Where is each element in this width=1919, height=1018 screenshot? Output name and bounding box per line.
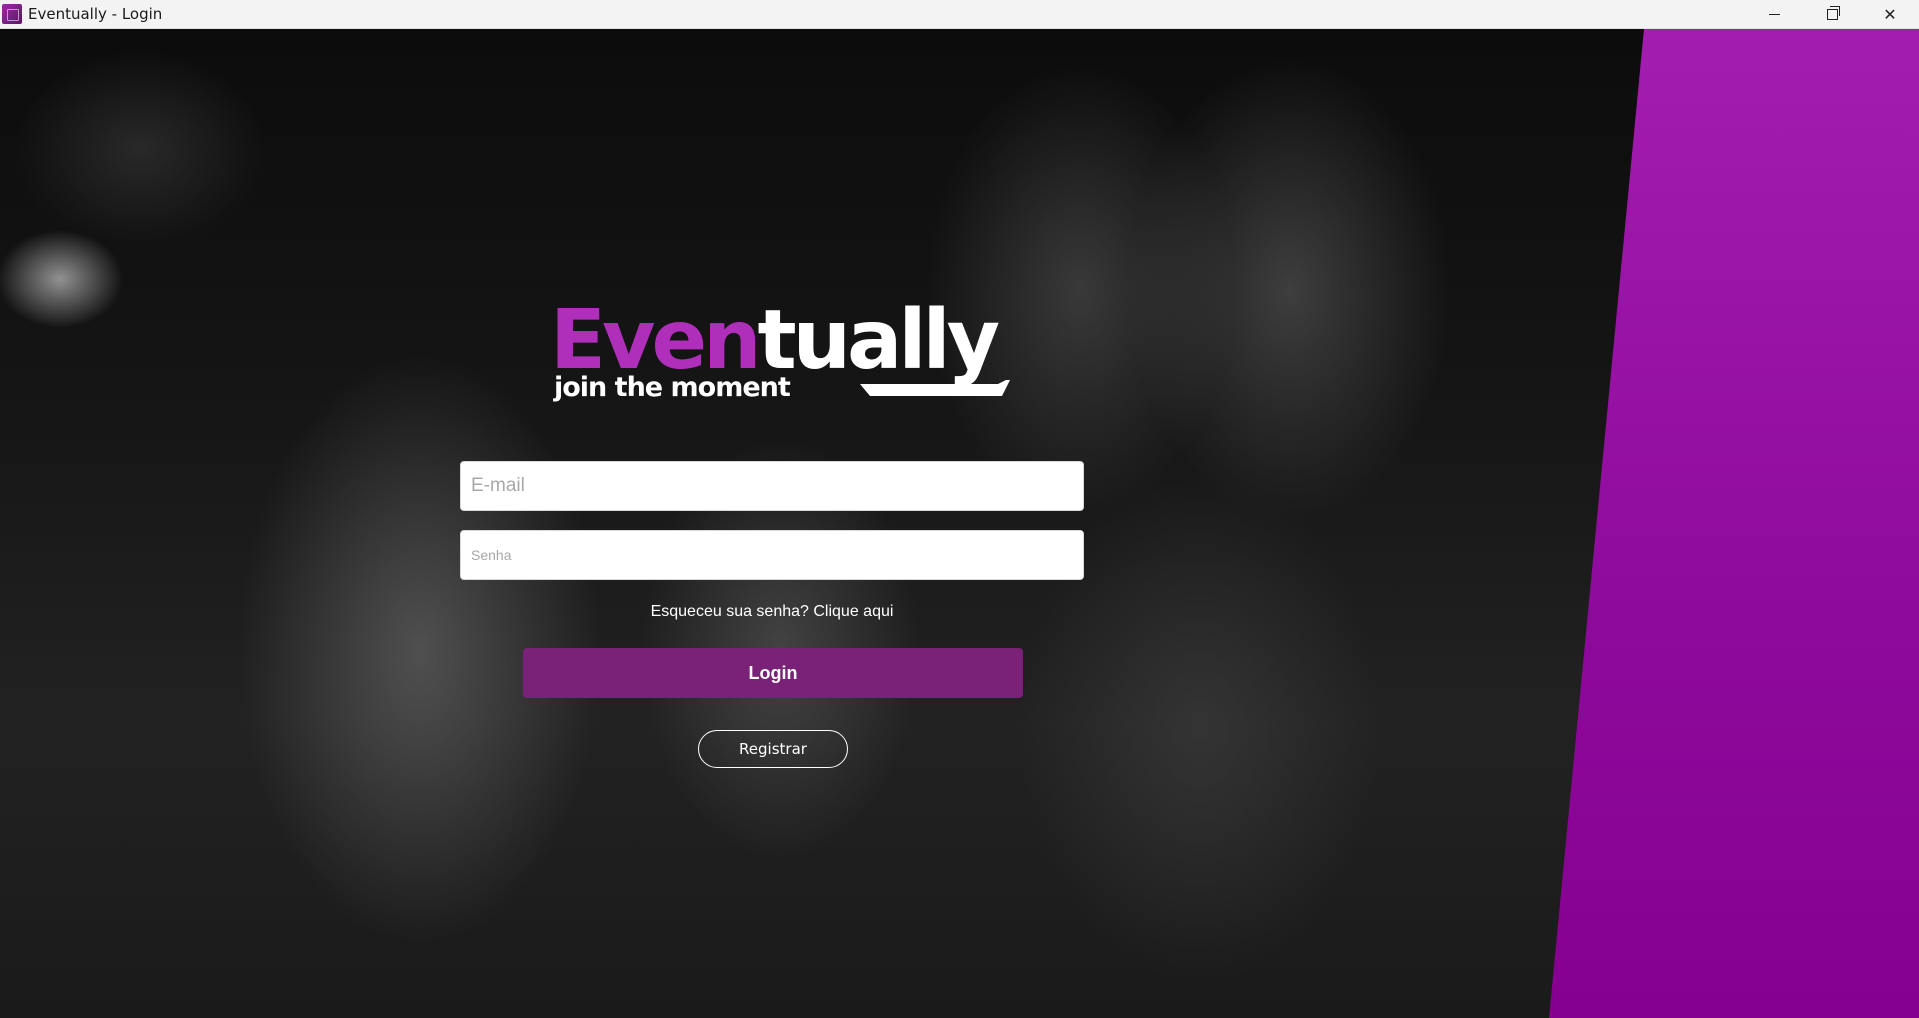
close-icon: ✕ bbox=[1883, 4, 1897, 24]
minimize-button[interactable] bbox=[1745, 0, 1803, 28]
logo-tagline: join the moment bbox=[554, 372, 791, 403]
restore-icon bbox=[1826, 5, 1840, 20]
window-controls: ✕ bbox=[1745, 0, 1919, 28]
eventually-logo: Eventually join the moment bbox=[550, 293, 1010, 406]
restore-button[interactable] bbox=[1803, 0, 1861, 28]
app-window: Eventually - Login ✕ Eventually join the… bbox=[0, 0, 1919, 1018]
minimize-icon bbox=[1768, 13, 1780, 15]
login-button[interactable]: Login bbox=[523, 648, 1023, 698]
logo-swoosh-icon bbox=[860, 380, 1010, 396]
email-field[interactable] bbox=[460, 461, 1084, 511]
close-button[interactable]: ✕ bbox=[1861, 0, 1919, 28]
password-field[interactable] bbox=[460, 530, 1084, 580]
window-title: Eventually - Login bbox=[28, 5, 163, 23]
app-icon bbox=[2, 4, 22, 24]
title-bar[interactable]: Eventually - Login ✕ bbox=[0, 0, 1919, 29]
forgot-password-link[interactable]: Esqueceu sua senha? Clique aqui bbox=[460, 603, 1084, 621]
register-button[interactable]: Registrar bbox=[698, 730, 848, 768]
logo-word-part2: tually bbox=[757, 293, 1000, 388]
